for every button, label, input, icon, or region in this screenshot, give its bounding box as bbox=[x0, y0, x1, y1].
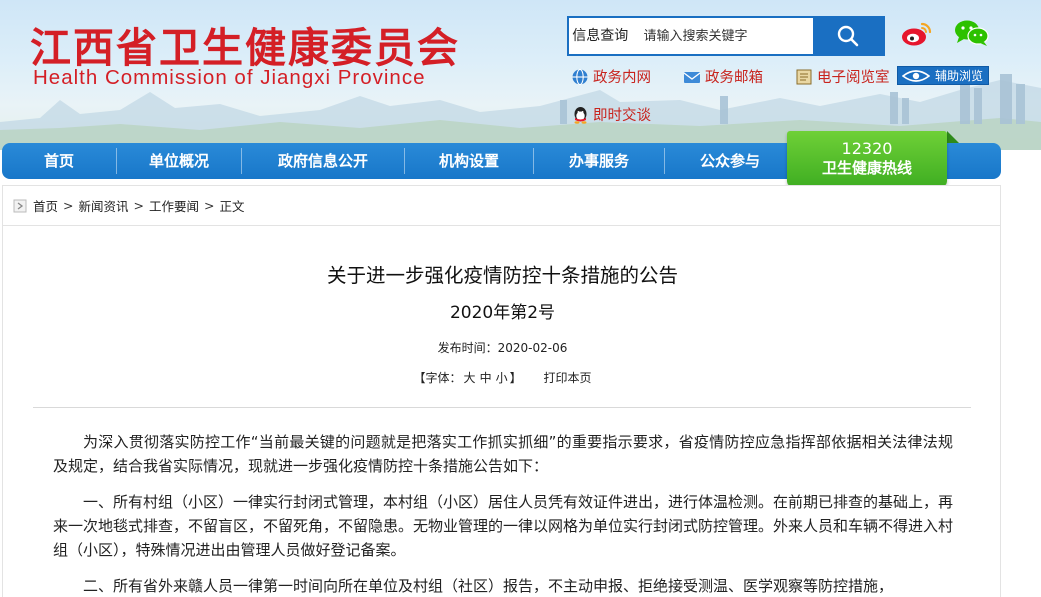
search-input[interactable] bbox=[631, 18, 814, 54]
instant-chat-label: 即时交谈 bbox=[593, 108, 651, 124]
nav-item-institutions[interactable]: 机构设置 bbox=[405, 143, 533, 179]
print-button[interactable]: 打印本页 bbox=[543, 371, 591, 385]
hotline-button[interactable]: 12320 卫生健康热线 bbox=[787, 131, 947, 187]
publish-info: 发布时间：2020-02-06 bbox=[3, 339, 1002, 356]
article-body: 为深入贯彻落实防控工作“当前最关键的问题就是把落实工作抓实抓细”的重要指示要求，… bbox=[53, 430, 953, 597]
article-tools: 【字体：大中小】 打印本页 bbox=[3, 369, 1002, 386]
location-icon bbox=[13, 199, 27, 212]
font-size-medium[interactable]: 中 bbox=[480, 371, 492, 385]
assisted-browsing-button[interactable]: 辅助浏览 bbox=[897, 66, 989, 85]
gov-intranet-icon bbox=[572, 68, 588, 85]
hotline-number: 12320 bbox=[841, 139, 893, 158]
search-button[interactable] bbox=[813, 18, 883, 54]
hotline-label: 卫生健康热线 bbox=[821, 159, 912, 177]
reading-room-icon bbox=[796, 69, 812, 84]
nav-item-participation[interactable]: 公众参与 bbox=[665, 143, 795, 179]
reading-room-link[interactable]: 电子阅览室 bbox=[795, 66, 890, 87]
font-size-small[interactable]: 小 bbox=[496, 371, 508, 385]
publish-label: 发布时间： bbox=[437, 341, 498, 355]
article-number: 2020年第2号 bbox=[449, 303, 556, 323]
chat-icon bbox=[574, 106, 587, 124]
wechat-icon bbox=[955, 20, 989, 46]
breadcrumb-separator: > bbox=[63, 198, 74, 213]
paragraph: 二、所有省外来赣人员一律第一时间向所在单位及村组（社区）报告，不主动申报、拒绝接… bbox=[83, 577, 894, 595]
wechat-button[interactable] bbox=[953, 16, 991, 50]
nav-item-gov-info[interactable]: 政府信息公开 bbox=[242, 143, 404, 179]
breadcrumb-news[interactable]: 新闻资讯 bbox=[79, 196, 129, 215]
mail-icon bbox=[683, 71, 701, 83]
article-title: 关于进一步强化疫情防控十条措施的公告 bbox=[326, 264, 678, 287]
breadcrumb-separator: > bbox=[204, 198, 215, 213]
breadcrumb-work-news[interactable]: 工作要闻 bbox=[149, 196, 199, 215]
breadcrumb-home[interactable]: 首页 bbox=[33, 196, 58, 215]
site-header: 江西省卫生健康委员会 Health Commission of Jiangxi … bbox=[0, 0, 1041, 150]
search-box: 信息查询 bbox=[567, 16, 885, 56]
font-size-label: 【字体： bbox=[413, 371, 462, 385]
gov-intranet-link[interactable]: 政务内网 bbox=[571, 66, 651, 87]
breadcrumb: 首页 > 新闻资讯 > 工作要闻 > 正文 bbox=[2, 185, 1001, 225]
divider bbox=[33, 407, 971, 408]
publish-date: 2020-02-06 bbox=[497, 341, 568, 355]
nav-item-home[interactable]: 首页 bbox=[2, 143, 116, 179]
hotline-tab-fold bbox=[947, 131, 959, 143]
search-type-label[interactable]: 信息查询 bbox=[569, 18, 631, 54]
assisted-browsing-label: 辅助浏览 bbox=[935, 69, 984, 83]
paragraph: 一、所有村组（小区）一律实行封闭式管理，本村组（小区）居住人员凭有效证件进出，进… bbox=[53, 493, 954, 559]
eye-icon bbox=[902, 69, 930, 82]
site-title-cn: 江西省卫生健康委员会 bbox=[30, 24, 460, 72]
gov-mail-link[interactable]: 政务邮箱 bbox=[683, 66, 763, 87]
reading-room-label: 电子阅览室 bbox=[817, 70, 890, 86]
weibo-button[interactable] bbox=[898, 16, 936, 50]
breadcrumb-separator: > bbox=[133, 198, 144, 213]
font-size-bracket: 】 bbox=[509, 371, 522, 385]
gov-mail-label: 政务邮箱 bbox=[705, 70, 763, 86]
font-size-large[interactable]: 大 bbox=[464, 371, 476, 385]
search-icon bbox=[838, 25, 859, 47]
weibo-icon bbox=[902, 22, 932, 46]
article: 关于进一步强化疫情防控十条措施的公告 2020年第2号 发布时间：2020-02… bbox=[2, 225, 1001, 597]
site-title-en: Health Commission of Jiangxi Province bbox=[33, 66, 426, 89]
gov-intranet-label: 政务内网 bbox=[593, 70, 651, 86]
nav-item-services[interactable]: 办事服务 bbox=[534, 143, 664, 179]
paragraph: 为深入贯彻落实防控工作“当前最关键的问题就是把落实工作抓实抓细”的重要指示要求，… bbox=[53, 433, 953, 475]
breadcrumb-current: 正文 bbox=[219, 199, 245, 214]
instant-chat-link[interactable]: 即时交谈 bbox=[572, 104, 651, 125]
nav-item-overview[interactable]: 单位概况 bbox=[117, 143, 241, 179]
